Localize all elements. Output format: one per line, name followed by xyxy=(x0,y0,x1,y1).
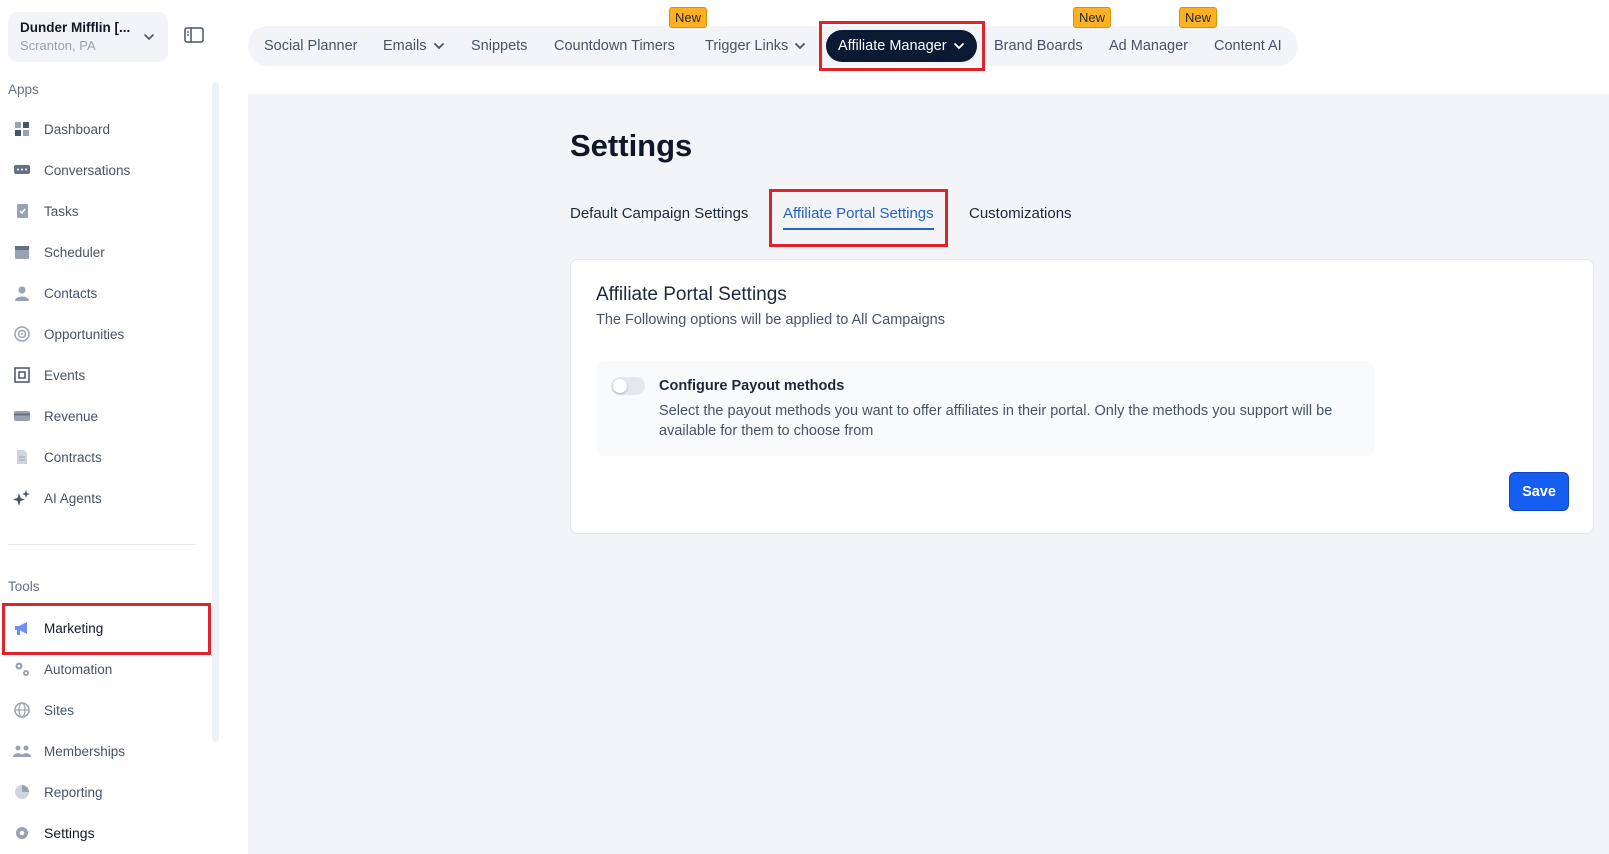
sparkle-icon xyxy=(12,488,32,508)
sidebar-item-label: Tasks xyxy=(44,203,79,219)
topnav-affiliate-manager[interactable]: Affiliate Manager xyxy=(826,30,977,62)
task-icon xyxy=(12,201,32,221)
chevron-down-icon xyxy=(144,34,154,41)
payout-methods-toggle[interactable] xyxy=(611,377,645,395)
sidebar-item-label: Opportunities xyxy=(44,326,125,342)
card-title: Affiliate Portal Settings xyxy=(596,284,787,305)
globe-icon xyxy=(12,700,32,720)
topnav-emails[interactable]: Emails xyxy=(383,26,445,66)
topnav-trigger-links[interactable]: Trigger Links xyxy=(705,26,806,66)
active-tab-underline xyxy=(783,228,934,230)
sidebar-item-label: Reporting xyxy=(44,784,103,800)
sidebar-item-label: Contacts xyxy=(44,285,98,301)
dashboard-icon xyxy=(12,119,32,139)
topnav-brand-boards[interactable]: Brand Boards xyxy=(994,26,1083,66)
tab-affiliate-portal-settings[interactable]: Affiliate Portal Settings xyxy=(783,205,934,222)
topnav-label: Trigger Links xyxy=(705,38,789,54)
sidebar-scrollbar[interactable] xyxy=(212,82,219,742)
topnav-snippets[interactable]: Snippets xyxy=(471,26,527,66)
payout-methods-option: Configure Payout methods Select the payo… xyxy=(596,361,1374,456)
topnav-social-planner[interactable]: Social Planner xyxy=(264,26,358,66)
toggle-knob xyxy=(613,379,627,393)
target-icon xyxy=(12,324,32,344)
sidebar-item-label: Scheduler xyxy=(44,244,105,260)
sidebar-item-label: Automation xyxy=(44,661,113,677)
topnav-content-ai[interactable]: Content AI xyxy=(1214,26,1282,66)
chevron-down-icon xyxy=(953,43,964,50)
group-icon xyxy=(12,741,32,761)
sidebar-item-contracts[interactable]: Contracts xyxy=(0,439,205,475)
option-description: Select the payout methods you want to of… xyxy=(659,403,1333,439)
topnav-label: Content AI xyxy=(1214,38,1282,54)
sidebar-item-label: Settings xyxy=(44,825,95,841)
sidebar-item-revenue[interactable]: Revenue xyxy=(0,398,205,434)
new-badge: New xyxy=(1179,7,1218,28)
sidebar: Dunder Mifflin [... Scranton, PA Apps Da… xyxy=(0,0,220,854)
document-icon xyxy=(12,447,32,467)
affiliate-portal-settings-card: Affiliate Portal Settings The Following … xyxy=(570,259,1594,534)
sidebar-item-contacts[interactable]: Contacts xyxy=(0,275,205,311)
topnav-label: Emails xyxy=(383,38,427,54)
new-badge: New xyxy=(669,7,708,28)
sidebar-item-memberships[interactable]: Memberships xyxy=(0,733,205,769)
topnav-label: Countdown Timers xyxy=(554,38,675,54)
sidebar-item-dashboard[interactable]: Dashboard xyxy=(0,111,205,147)
card-icon xyxy=(12,406,32,426)
gears-icon xyxy=(12,659,32,679)
sidebar-item-label: Revenue xyxy=(44,408,99,424)
tab-default-campaign-settings[interactable]: Default Campaign Settings xyxy=(570,205,748,222)
sidebar-item-label: Memberships xyxy=(44,743,126,759)
sidebar-item-reporting[interactable]: Reporting xyxy=(0,774,205,810)
tools-section-label: Tools xyxy=(8,579,40,594)
sidebar-item-label: Events xyxy=(44,367,86,383)
sidebar-item-marketing[interactable]: Marketing xyxy=(0,610,205,646)
topnav-label: Snippets xyxy=(471,38,528,54)
card-subtitle: The Following options will be applied to… xyxy=(596,312,945,328)
pie-icon xyxy=(12,782,32,802)
sidebar-item-tasks[interactable]: Tasks xyxy=(0,193,205,229)
sidebar-item-events[interactable]: Events xyxy=(0,357,205,393)
sidebar-item-label: Sites xyxy=(44,702,75,718)
topnav-label: Social Planner xyxy=(264,38,358,54)
sidebar-item-automation[interactable]: Automation xyxy=(0,651,205,687)
apps-section-label: Apps xyxy=(8,82,39,97)
megaphone-icon xyxy=(12,618,32,638)
account-location: Scranton, PA xyxy=(20,38,96,53)
new-badge: New xyxy=(1073,7,1112,28)
sidebar-item-conversations[interactable]: Conversations xyxy=(0,152,205,188)
chevron-down-icon xyxy=(433,43,444,50)
sidebar-divider xyxy=(8,544,196,545)
save-button[interactable]: Save xyxy=(1509,472,1569,511)
sidebar-item-label: Marketing xyxy=(44,620,104,636)
chevron-down-icon xyxy=(795,43,806,50)
sidebar-item-label: Conversations xyxy=(44,162,131,178)
calendar-icon xyxy=(12,242,32,262)
topnav-label: Brand Boards xyxy=(994,38,1083,54)
option-title: Configure Payout methods xyxy=(659,378,845,394)
sidebar-item-label: Dashboard xyxy=(44,121,111,137)
account-switcher[interactable]: Dunder Mifflin [... Scranton, PA xyxy=(8,12,168,62)
sidebar-item-scheduler[interactable]: Scheduler xyxy=(0,234,205,270)
sidebar-item-sites[interactable]: Sites xyxy=(0,692,205,728)
page-title: Settings xyxy=(570,128,693,163)
person-icon xyxy=(12,283,32,303)
sidebar-item-label: AI Agents xyxy=(44,490,102,506)
tab-customizations[interactable]: Customizations xyxy=(969,205,1072,222)
gear-icon xyxy=(12,823,32,843)
topnav-label: Affiliate Manager xyxy=(838,38,947,54)
chat-icon xyxy=(12,160,32,180)
sidebar-item-settings[interactable]: Settings xyxy=(0,815,205,851)
topnav-ad-manager[interactable]: Ad Manager xyxy=(1109,26,1188,66)
topnav-countdown-timers[interactable]: Countdown Timers xyxy=(554,26,675,66)
topnav-label: Ad Manager xyxy=(1109,38,1188,54)
events-icon xyxy=(12,365,32,385)
sidebar-item-ai-agents[interactable]: AI Agents xyxy=(0,480,205,516)
sidebar-item-opportunities[interactable]: Opportunities xyxy=(0,316,205,352)
sidebar-collapse-icon[interactable] xyxy=(183,25,205,45)
sidebar-item-label: Contracts xyxy=(44,449,102,465)
account-name: Dunder Mifflin [... xyxy=(20,20,131,35)
